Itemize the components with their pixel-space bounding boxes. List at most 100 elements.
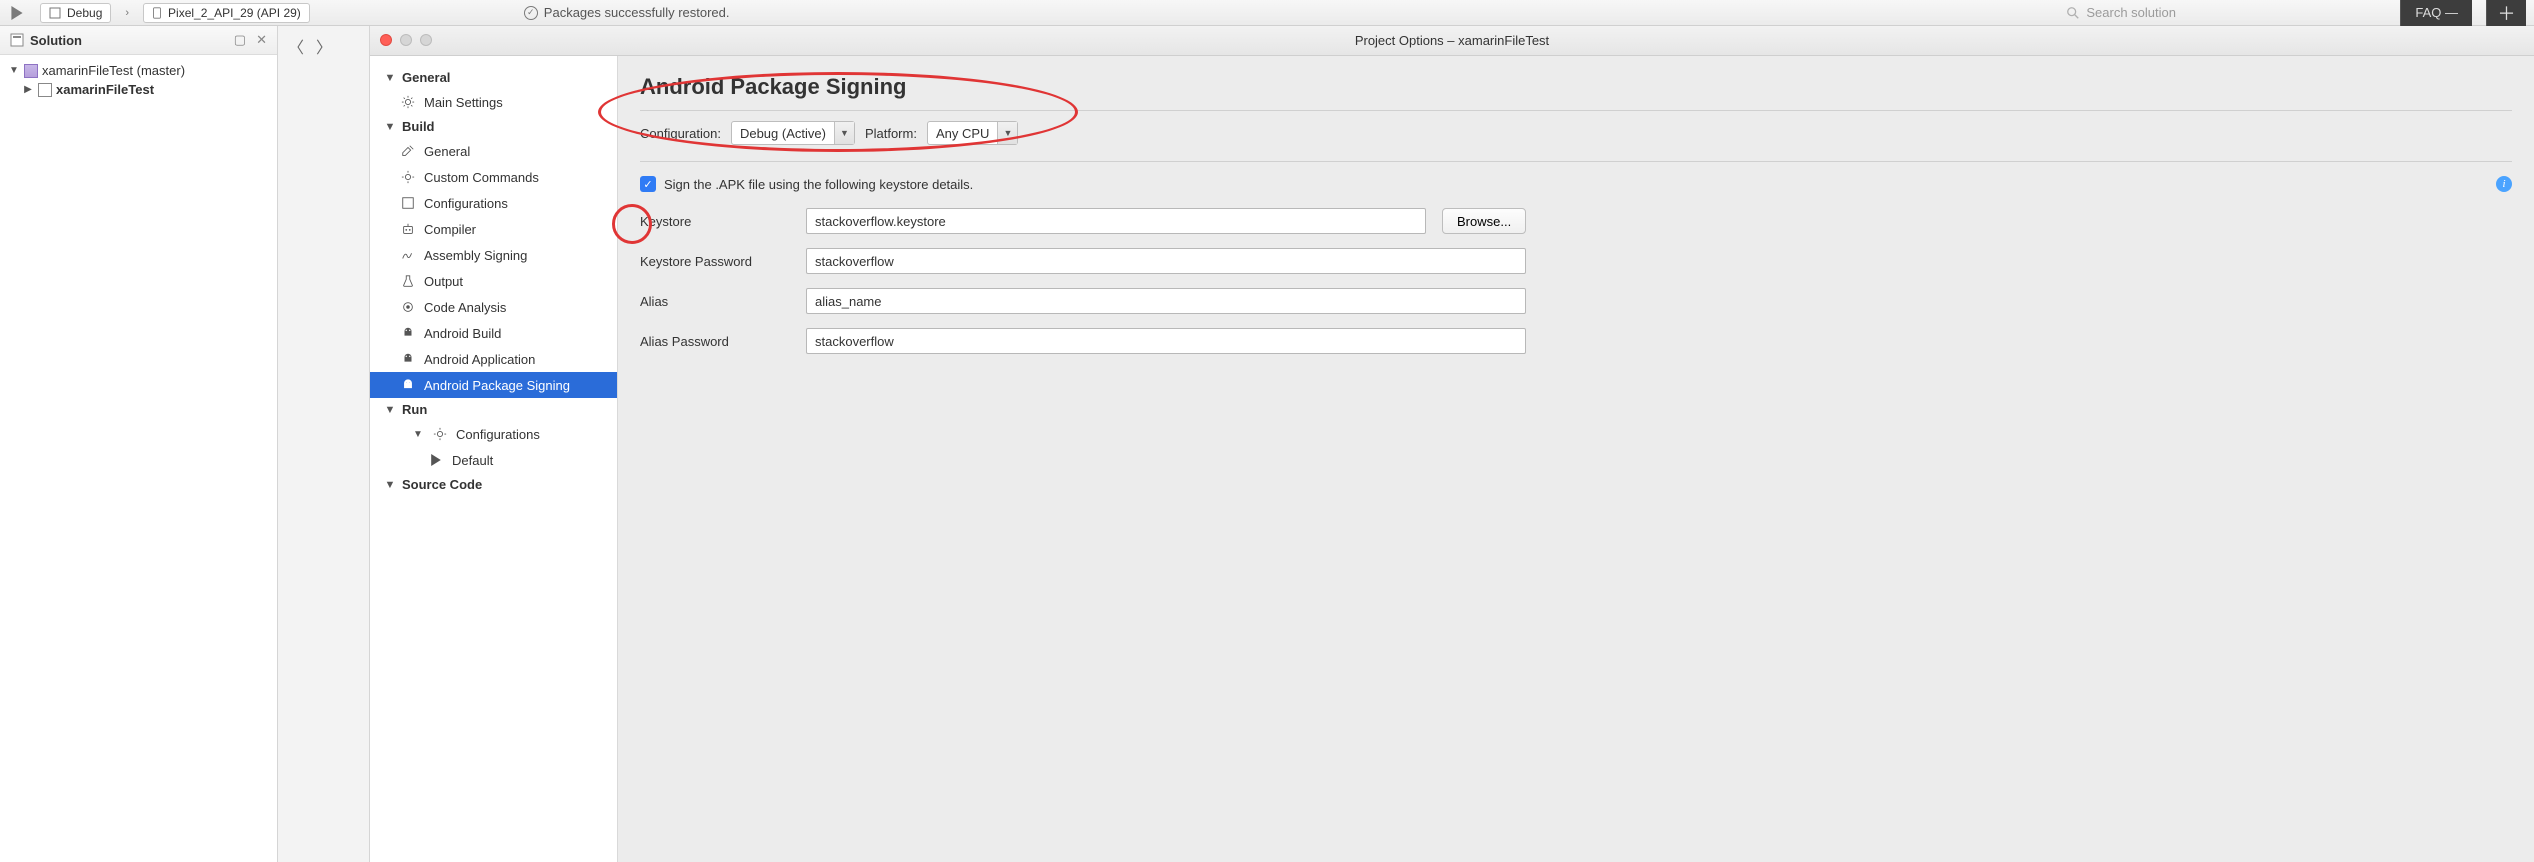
sidebar-item-custom-commands[interactable]: Custom Commands [370,164,617,190]
sidebar-item-label: Compiler [424,222,476,237]
check-icon: ✓ [524,6,538,20]
close-icon[interactable]: ✕ [256,32,267,48]
project-row[interactable]: ▶ xamarinFileTest [4,80,273,99]
sidebar-item-main-settings[interactable]: Main Settings [370,89,617,115]
sidebar-item-label: Default [452,453,493,468]
solution-root-label: xamarinFileTest (master) [42,63,185,78]
sidebar-item-android-application[interactable]: Android Application [370,346,617,372]
sidebar-item-android-build[interactable]: Android Build [370,320,617,346]
section-general[interactable]: ▼General [370,66,617,89]
build-config-chip[interactable]: Debug [40,3,111,23]
sidebar-item-run-configurations[interactable]: ▼ Configurations [370,421,617,447]
alias-password-value: stackoverflow [815,334,894,349]
browse-button[interactable]: Browse... [1442,208,1526,234]
sign-apk-row: ✓ Sign the .APK file using the following… [640,162,2512,198]
signature-icon [400,247,416,263]
configuration-value: Debug (Active) [732,126,834,141]
sidebar-item-label: Code Analysis [424,300,506,315]
gear-icon [400,94,416,110]
solution-tree: ▼ xamarinFileTest (master) ▶ xamarinFile… [0,55,277,105]
alias-value: alias_name [815,294,882,309]
keystore-password-value: stackoverflow [815,254,894,269]
alias-label: Alias [640,294,790,309]
device-chip[interactable]: Pixel_2_API_29 (API 29) [143,3,310,23]
keystore-value: stackoverflow.keystore [815,214,946,229]
section-source-code[interactable]: ▼Source Code [370,473,617,496]
project-label: xamarinFileTest [56,82,154,97]
chevron-right-icon: › [125,7,129,19]
dialog-titlebar[interactable]: Project Options – xamarinFileTest [370,26,2534,56]
faq-label: FAQ — [2415,5,2458,20]
config-platform-row: Configuration: Debug (Active) ▼ Platform… [640,110,2512,162]
android-icon [400,377,416,393]
project-icon [38,83,52,97]
dialog-main: Android Package Signing Configuration: D… [618,56,2534,862]
restore-status: ✓ Packages successfully restored. [524,5,730,20]
browse-label: Browse... [1457,214,1511,229]
sidebar-item-label: Android Application [424,352,535,367]
sidebar-item-run-default[interactable]: Default [370,447,617,473]
page-title: Android Package Signing [640,74,2512,100]
close-window-icon[interactable] [380,34,392,46]
configuration-dropdown[interactable]: Debug (Active) ▼ [731,121,855,145]
section-build[interactable]: ▼Build [370,115,617,138]
sidebar-item-label: General [424,144,470,159]
target-icon [400,299,416,315]
play-icon [428,452,444,468]
solution-pane: Solution ▢ ✕ ▼ xamarinFileTest (master) … [0,26,278,862]
nav-back-icon[interactable]: 〈 [288,34,304,58]
sidebar-item-label: Configurations [424,196,508,211]
build-config-label: Debug [67,6,102,20]
dialog-title: Project Options – xamarinFileTest [1355,33,1549,48]
alias-input[interactable]: alias_name [806,288,1526,314]
triangle-right-icon: ▶ [22,84,34,95]
solution-root-icon [24,64,38,78]
window-controls [380,34,432,46]
sidebar-item-configurations[interactable]: Configurations [370,190,617,216]
faq-button[interactable]: FAQ — [2400,0,2472,26]
solution-title: Solution [30,33,82,48]
sidebar-item-label: Android Build [424,326,501,341]
sidebar-item-compiler[interactable]: Compiler [370,216,617,242]
sidebar-item-assembly-signing[interactable]: Assembly Signing [370,242,617,268]
solution-pane-header: Solution ▢ ✕ [0,26,277,55]
alias-password-input[interactable]: stackoverflow [806,328,1526,354]
configuration-label: Configuration: [640,126,721,141]
sidebar-item-label: Assembly Signing [424,248,527,263]
zoom-window-icon[interactable] [420,34,432,46]
search-placeholder: Search solution [2086,5,2176,20]
section-general-label: General [402,70,450,85]
solution-icon [10,33,24,47]
box-icon [400,195,416,211]
add-button[interactable]: ＋ [2486,0,2526,26]
device-chip-label: Pixel_2_API_29 (API 29) [168,6,301,20]
alias-password-label: Alias Password [640,334,790,349]
sign-apk-checkbox[interactable]: ✓ [640,176,656,192]
info-icon[interactable]: i [2496,176,2512,192]
keystore-input[interactable]: stackoverflow.keystore [806,208,1426,234]
gear-icon [432,426,448,442]
chevron-down-icon: ▼ [997,122,1017,144]
play-icon[interactable] [8,4,26,22]
nav-strip: 〈 〉 [278,26,370,862]
sidebar-item-code-analysis[interactable]: Code Analysis [370,294,617,320]
sign-apk-label: Sign the .APK file using the following k… [664,177,973,192]
undock-icon[interactable]: ▢ [234,32,246,48]
solution-root-row[interactable]: ▼ xamarinFileTest (master) [4,61,273,80]
keystore-password-input[interactable]: stackoverflow [806,248,1526,274]
flask-icon [400,273,416,289]
search-solution-field[interactable]: Search solution [2066,5,2386,20]
platform-dropdown[interactable]: Any CPU ▼ [927,121,1018,145]
sidebar-item-android-package-signing[interactable]: Android Package Signing [370,372,617,398]
section-run[interactable]: ▼Run [370,398,617,421]
main-toolbar: Debug › Pixel_2_API_29 (API 29) ✓ Packag… [0,0,2534,26]
search-icon [2066,6,2080,20]
sidebar-item-output[interactable]: Output [370,268,617,294]
android-icon [400,351,416,367]
platform-value: Any CPU [928,126,997,141]
nav-forward-icon[interactable]: 〉 [316,34,332,58]
minimize-window-icon[interactable] [400,34,412,46]
sidebar-item-label: Android Package Signing [424,378,570,393]
sidebar-item-build-general[interactable]: General [370,138,617,164]
sidebar-item-label: Main Settings [424,95,503,110]
